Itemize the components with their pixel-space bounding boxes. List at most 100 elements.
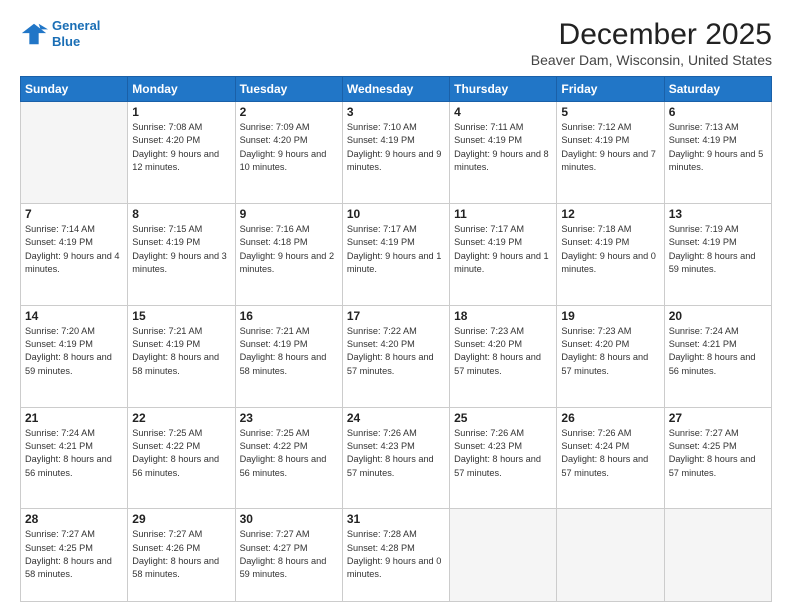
header: General Blue December 2025 Beaver Dam, W… [20, 18, 772, 68]
day-number: 8 [132, 207, 230, 221]
cell-content: Sunrise: 7:27 AMSunset: 4:27 PMDaylight:… [240, 528, 338, 581]
cell-content: Sunrise: 7:15 AMSunset: 4:19 PMDaylight:… [132, 223, 230, 276]
day-number: 27 [669, 411, 767, 425]
day-number: 1 [132, 105, 230, 119]
table-row: 2Sunrise: 7:09 AMSunset: 4:20 PMDaylight… [235, 102, 342, 204]
header-tuesday: Tuesday [235, 77, 342, 102]
cell-content: Sunrise: 7:21 AMSunset: 4:19 PMDaylight:… [240, 325, 338, 378]
cell-content: Sunrise: 7:24 AMSunset: 4:21 PMDaylight:… [25, 427, 123, 480]
table-row: 25 Sunrise: 7:26 AMSunset: 4:23 PMDayligh… [450, 407, 557, 509]
cell-content: Sunrise: 7:24 AMSunset: 4:21 PMDaylight:… [669, 325, 767, 378]
table-row: 29 Sunrise: 7:27 AMSunset: 4:26 PMDayligh… [128, 509, 235, 602]
cell-content: Sunrise: 7:12 AMSunset: 4:19 PMDaylight:… [561, 121, 659, 174]
table-row: 13 Sunrise: 7:19 AMSunset: 4:19 PMDayligh… [664, 203, 771, 305]
page: General Blue December 2025 Beaver Dam, W… [0, 0, 792, 612]
header-sunday: Sunday [21, 77, 128, 102]
table-row [664, 509, 771, 602]
table-row: 30 Sunrise: 7:27 AMSunset: 4:27 PMDayligh… [235, 509, 342, 602]
day-number: 25 [454, 411, 552, 425]
table-row: 3Sunrise: 7:10 AMSunset: 4:19 PMDaylight… [342, 102, 449, 204]
logo-line1: General [52, 18, 100, 33]
logo: General Blue [20, 18, 100, 49]
table-row: 21 Sunrise: 7:24 AMSunset: 4:21 PMDayligh… [21, 407, 128, 509]
cell-content: Sunrise: 7:17 AMSunset: 4:19 PMDaylight:… [347, 223, 445, 276]
subtitle: Beaver Dam, Wisconsin, United States [531, 52, 772, 68]
day-number: 21 [25, 411, 123, 425]
table-row [21, 102, 128, 204]
table-row: 14 Sunrise: 7:20 AMSunset: 4:19 PMDayligh… [21, 305, 128, 407]
table-row: 7 Sunrise: 7:14 AMSunset: 4:19 PMDaylight… [21, 203, 128, 305]
cell-content: Sunrise: 7:23 AMSunset: 4:20 PMDaylight:… [454, 325, 552, 378]
cell-content: Sunrise: 7:19 AMSunset: 4:19 PMDaylight:… [669, 223, 767, 276]
day-number: 6 [669, 105, 767, 119]
cell-content: Sunrise: 7:08 AMSunset: 4:20 PMDaylight:… [132, 121, 230, 174]
day-number: 20 [669, 309, 767, 323]
table-row: 6 Sunrise: 7:13 AMSunset: 4:19 PMDaylight… [664, 102, 771, 204]
day-number: 5 [561, 105, 659, 119]
table-row: 16 Sunrise: 7:21 AMSunset: 4:19 PMDayligh… [235, 305, 342, 407]
day-number: 28 [25, 512, 123, 526]
day-number: 17 [347, 309, 445, 323]
cell-content: Sunrise: 7:14 AMSunset: 4:19 PMDaylight:… [25, 223, 123, 276]
cell-content: Sunrise: 7:27 AMSunset: 4:25 PMDaylight:… [25, 528, 123, 581]
day-number: 23 [240, 411, 338, 425]
cell-content: Sunrise: 7:20 AMSunset: 4:19 PMDaylight:… [25, 325, 123, 378]
calendar-table: Sunday Monday Tuesday Wednesday Thursday… [20, 76, 772, 602]
table-row: 26 Sunrise: 7:26 AMSunset: 4:24 PMDayligh… [557, 407, 664, 509]
table-row: 5 Sunrise: 7:12 AMSunset: 4:19 PMDaylight… [557, 102, 664, 204]
table-row: 9 Sunrise: 7:16 AMSunset: 4:18 PMDaylight… [235, 203, 342, 305]
header-wednesday: Wednesday [342, 77, 449, 102]
logo-line2: Blue [52, 34, 80, 49]
day-number: 11 [454, 207, 552, 221]
cell-content: Sunrise: 7:17 AMSunset: 4:19 PMDaylight:… [454, 223, 552, 276]
header-saturday: Saturday [664, 77, 771, 102]
table-row: 31Sunrise: 7:28 AMSunset: 4:28 PMDayligh… [342, 509, 449, 602]
table-row [450, 509, 557, 602]
table-row: 4Sunrise: 7:11 AMSunset: 4:19 PMDaylight… [450, 102, 557, 204]
table-row: 11 Sunrise: 7:17 AMSunset: 4:19 PMDayligh… [450, 203, 557, 305]
day-number: 30 [240, 512, 338, 526]
day-number: 16 [240, 309, 338, 323]
day-number: 15 [132, 309, 230, 323]
day-number: 14 [25, 309, 123, 323]
header-monday: Monday [128, 77, 235, 102]
cell-content: Sunrise: 7:26 AMSunset: 4:23 PMDaylight:… [454, 427, 552, 480]
cell-content: Sunrise: 7:11 AMSunset: 4:19 PMDaylight:… [454, 121, 552, 174]
cell-content: Sunrise: 7:23 AMSunset: 4:20 PMDaylight:… [561, 325, 659, 378]
day-number: 31 [347, 512, 445, 526]
table-row: 27 Sunrise: 7:27 AMSunset: 4:25 PMDayligh… [664, 407, 771, 509]
table-row: 17 Sunrise: 7:22 AMSunset: 4:20 PMDayligh… [342, 305, 449, 407]
logo-text: General Blue [52, 18, 100, 49]
table-row: 10Sunrise: 7:17 AMSunset: 4:19 PMDayligh… [342, 203, 449, 305]
cell-content: Sunrise: 7:25 AMSunset: 4:22 PMDaylight:… [132, 427, 230, 480]
main-title: December 2025 [531, 18, 772, 52]
table-row: 12Sunrise: 7:18 AMSunset: 4:19 PMDayligh… [557, 203, 664, 305]
cell-content: Sunrise: 7:13 AMSunset: 4:19 PMDaylight:… [669, 121, 767, 174]
cell-content: Sunrise: 7:22 AMSunset: 4:20 PMDaylight:… [347, 325, 445, 378]
day-number: 29 [132, 512, 230, 526]
table-row [557, 509, 664, 602]
day-number: 22 [132, 411, 230, 425]
cell-content: Sunrise: 7:25 AMSunset: 4:22 PMDaylight:… [240, 427, 338, 480]
title-block: December 2025 Beaver Dam, Wisconsin, Uni… [531, 18, 772, 68]
day-number: 19 [561, 309, 659, 323]
day-number: 26 [561, 411, 659, 425]
table-row: 28 Sunrise: 7:27 AMSunset: 4:25 PMDayligh… [21, 509, 128, 602]
day-number: 2 [240, 105, 338, 119]
header-thursday: Thursday [450, 77, 557, 102]
day-number: 9 [240, 207, 338, 221]
header-friday: Friday [557, 77, 664, 102]
cell-content: Sunrise: 7:16 AMSunset: 4:18 PMDaylight:… [240, 223, 338, 276]
day-number: 7 [25, 207, 123, 221]
table-row: 22 Sunrise: 7:25 AMSunset: 4:22 PMDayligh… [128, 407, 235, 509]
cell-content: Sunrise: 7:21 AMSunset: 4:19 PMDaylight:… [132, 325, 230, 378]
day-number: 13 [669, 207, 767, 221]
table-row: 8 Sunrise: 7:15 AMSunset: 4:19 PMDaylight… [128, 203, 235, 305]
cell-content: Sunrise: 7:10 AMSunset: 4:19 PMDaylight:… [347, 121, 445, 174]
table-row: 20 Sunrise: 7:24 AMSunset: 4:21 PMDayligh… [664, 305, 771, 407]
cell-content: Sunrise: 7:27 AMSunset: 4:26 PMDaylight:… [132, 528, 230, 581]
logo-icon [20, 20, 48, 48]
cell-content: Sunrise: 7:26 AMSunset: 4:23 PMDaylight:… [347, 427, 445, 480]
cell-content: Sunrise: 7:27 AMSunset: 4:25 PMDaylight:… [669, 427, 767, 480]
cell-content: Sunrise: 7:26 AMSunset: 4:24 PMDaylight:… [561, 427, 659, 480]
